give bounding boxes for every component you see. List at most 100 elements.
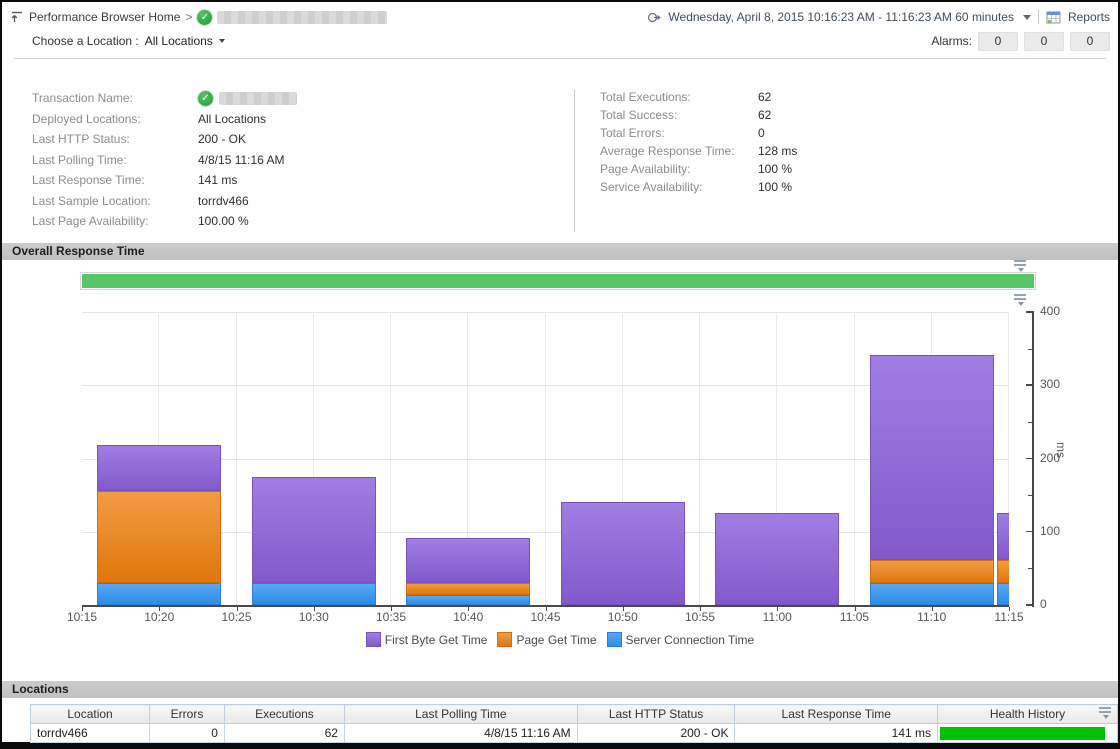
y-axis-minor-tick: [1028, 568, 1033, 569]
chevron-down-icon: [219, 39, 225, 43]
summary-value: 4/8/15 11:16 AM: [198, 153, 285, 167]
chevron-down-icon[interactable]: [1023, 15, 1031, 20]
bar-segment-first-byte-get-time[interactable]: [252, 477, 376, 583]
alarm-count-box[interactable]: 0: [1024, 32, 1064, 51]
availability-options-icon[interactable]: [1014, 259, 1028, 271]
legend-item: Server Connection Time: [607, 632, 755, 647]
y-axis-minor-tick: [1028, 422, 1033, 423]
response-time-chart-plot[interactable]: [82, 312, 1009, 607]
x-axis-tick-label: 10:30: [284, 610, 344, 624]
summary-label: Service Availability:: [600, 180, 758, 194]
gridline-vertical: [236, 312, 237, 605]
summary-row: Last Sample Location:torrdv466: [32, 191, 552, 212]
bar-segment-first-byte-get-time[interactable]: [870, 355, 994, 559]
breadcrumb-separator: >: [185, 10, 192, 24]
y-axis-minor-tick: [1028, 349, 1033, 350]
bar-segment-first-byte-get-time[interactable]: [997, 513, 1009, 559]
summary-label: Page Availability:: [600, 162, 758, 176]
gridline-vertical: [854, 312, 855, 605]
table-cell-health: [938, 724, 1118, 743]
summary-label: Last Page Availability:: [32, 214, 198, 228]
time-range-selector[interactable]: Wednesday, April 8, 2015 10:16:23 AM - 1…: [668, 10, 1014, 24]
summary-right-column: Total Executions:62Total Success:62Total…: [600, 88, 1080, 196]
y-axis-tick-label: 100: [1040, 524, 1060, 538]
bar-segment-first-byte-get-time[interactable]: [561, 502, 685, 605]
table-row[interactable]: torrdv4660624/8/15 11:16 AM200 - OK141 m…: [31, 724, 1118, 743]
summary-value: 100.00 %: [198, 214, 249, 228]
alarm-count-boxes: 000: [978, 32, 1110, 51]
legend-label: First Byte Get Time: [385, 633, 488, 647]
bar-segment-page-get-time[interactable]: [870, 560, 994, 583]
bar-segment-server-connection-time[interactable]: [97, 583, 221, 605]
summary-label: Total Executions:: [600, 90, 758, 104]
x-axis-tick-label: 10:40: [438, 610, 498, 624]
bar-segment-page-get-time[interactable]: [406, 583, 530, 595]
bar-segment-first-byte-get-time[interactable]: [97, 445, 221, 490]
table-header-last_polling_time[interactable]: Last Polling Time: [344, 705, 577, 724]
breadcrumb-home-link[interactable]: Performance Browser Home: [29, 10, 180, 24]
transaction-summary-panel: Transaction Name: Deployed Locations:All …: [2, 88, 1118, 238]
y-axis-tick-label: 300: [1040, 377, 1060, 391]
availability-timeline[interactable]: [80, 272, 1036, 290]
reports-button[interactable]: Reports: [1068, 10, 1110, 24]
green-check-icon: [198, 91, 213, 106]
summary-value: 62: [758, 90, 771, 104]
summary-row: Deployed Locations:All Locations: [32, 109, 552, 130]
availability-bar-green: [82, 274, 1034, 288]
bar-segment-server-connection-time[interactable]: [997, 583, 1009, 605]
bar-segment-page-get-time[interactable]: [97, 491, 221, 583]
summary-value: torrdv466: [198, 194, 249, 208]
summary-row: Total Success:62: [600, 106, 1080, 124]
bar-segment-server-connection-time[interactable]: [870, 583, 994, 605]
table-header-location[interactable]: Location: [31, 705, 150, 724]
x-axis-tick-label: 10:25: [207, 610, 267, 624]
alarm-count-box[interactable]: 0: [978, 32, 1018, 51]
bar-segment-first-byte-get-time[interactable]: [715, 513, 839, 605]
x-axis-tick-label: 10:15: [52, 610, 112, 624]
y-axis-tick: [1026, 604, 1034, 606]
gridline-vertical: [390, 312, 391, 605]
table-header-executions[interactable]: Executions: [224, 705, 344, 724]
alarm-count-box[interactable]: 0: [1070, 32, 1110, 51]
location-chooser: Choose a Location : All Locations: [32, 34, 225, 48]
summary-label: Last HTTP Status:: [32, 132, 198, 146]
bar-segment-server-connection-time[interactable]: [252, 583, 376, 605]
summary-row: Transaction Name:: [32, 88, 552, 109]
alarms-label: Alarms:: [931, 34, 972, 48]
summary-row: Last HTTP Status:200 - OK: [32, 129, 552, 150]
redacted-transaction-name: [217, 11, 387, 24]
table-cell-last_http_status: 200 - OK: [577, 724, 735, 743]
summary-label: Total Errors:: [600, 126, 758, 140]
table-header-health[interactable]: Health History: [938, 705, 1118, 724]
table-cell-executions: 62: [224, 724, 344, 743]
y-axis-tick-label: 400: [1040, 304, 1060, 318]
bar-segment-page-get-time[interactable]: [997, 560, 1009, 583]
performance-browser-page: Performance Browser Home > Wednesday, Ap…: [0, 0, 1120, 749]
chart-options-icon[interactable]: [1014, 293, 1028, 305]
location-dropdown[interactable]: All Locations: [145, 34, 225, 48]
gridline-vertical: [699, 312, 700, 605]
window-frame: Performance Browser Home > Wednesday, Ap…: [0, 0, 1120, 749]
bar-segment-first-byte-get-time[interactable]: [406, 538, 530, 583]
summary-label: Transaction Name:: [32, 91, 198, 105]
y-axis-title: ms: [1054, 442, 1068, 458]
summary-value: 62: [758, 108, 771, 122]
table-cell-errors: 0: [150, 724, 225, 743]
summary-value: All Locations: [198, 112, 266, 126]
table-header-last_response_time[interactable]: Last Response Time: [735, 705, 938, 724]
table-options-icon[interactable]: [1099, 706, 1113, 718]
summary-row: Last Polling Time:4/8/15 11:16 AM: [32, 150, 552, 171]
table-header-last_http_status[interactable]: Last HTTP Status: [577, 705, 735, 724]
transaction-status-check-icon: [197, 10, 212, 25]
reports-icon: [1046, 11, 1061, 24]
bar-segment-server-connection-time[interactable]: [406, 595, 530, 605]
up-level-icon[interactable]: [10, 10, 24, 24]
table-header-row: LocationErrorsExecutionsLast Polling Tim…: [31, 705, 1118, 724]
table-header-errors[interactable]: Errors: [150, 705, 225, 724]
x-axis-tick-label: 10:35: [361, 610, 421, 624]
gridline-horizontal: [82, 312, 1009, 313]
summary-left-column: Transaction Name: Deployed Locations:All …: [32, 88, 552, 232]
summary-value: 100 %: [758, 162, 792, 176]
summary-row: Last Page Availability:100.00 %: [32, 211, 552, 232]
x-axis-tick-label: 11:10: [902, 610, 962, 624]
